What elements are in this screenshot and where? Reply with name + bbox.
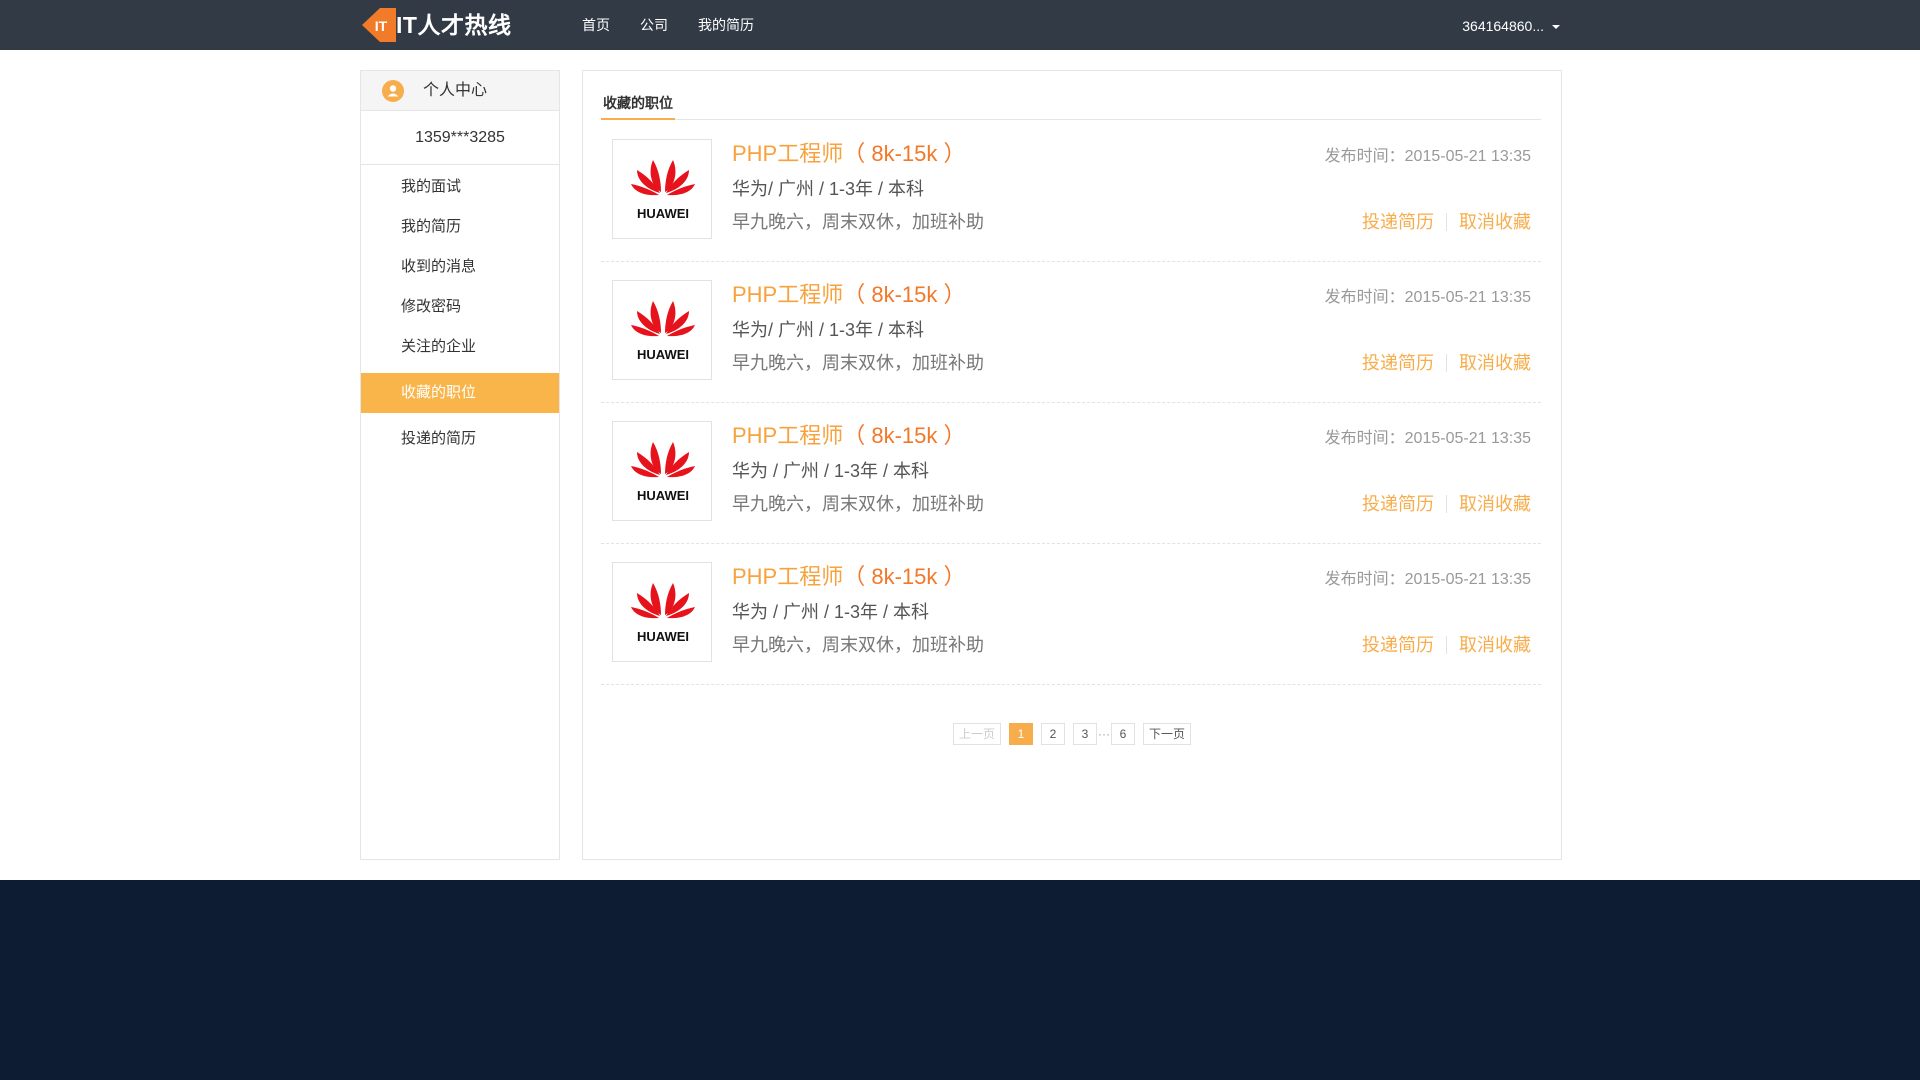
job-meta: 华为/ 广州 / 1-3年 / 本科 — [732, 179, 925, 199]
job-description: 早九晚六，周末双休，加班补助 — [732, 494, 984, 514]
job-item: HUAWEI PHP工程师（ 8k-15k ） 华为/ 广州 / 1-3年 / … — [601, 262, 1541, 403]
site-name: IT人才热线 — [396, 12, 512, 38]
apply-button[interactable]: 投递简历 — [1362, 353, 1434, 373]
sidebar-item-saved-jobs[interactable]: 收藏的职位 — [361, 373, 559, 413]
job-publish-time: 发布时间：2015-05-21 13:35 — [1324, 148, 1531, 165]
action-divider — [1446, 495, 1447, 513]
company-logo-text: HUAWEI — [637, 347, 689, 362]
job-meta: 华为 / 广州 / 1-3年 / 本科 — [732, 602, 930, 622]
job-title-text: PHP工程师 — [732, 564, 844, 589]
huawei-logo-icon: HUAWEI — [631, 301, 695, 362]
job-title[interactable]: PHP工程师（ 8k-15k ） — [732, 280, 966, 310]
job-item: HUAWEI PHP工程师（ 8k-15k ） 华为 / 广州 / 1-3年 /… — [601, 403, 1541, 544]
job-actions: 投递简历 取消收藏 — [1362, 210, 1531, 234]
job-title[interactable]: PHP工程师（ 8k-15k ） — [732, 562, 966, 592]
company-logo-text: HUAWEI — [637, 488, 689, 503]
cancel-favorite-button[interactable]: 取消收藏 — [1459, 635, 1531, 655]
cancel-favorite-button[interactable]: 取消收藏 — [1459, 212, 1531, 232]
sidebar-menu: 我的面试 我的简历 收到的消息 修改密码 关注的企业 收藏的职位 投递的简历 — [361, 165, 559, 459]
user-account-menu[interactable]: 364164860... — [1462, 0, 1560, 50]
job-description: 早九晚六，周末双休，加班补助 — [732, 212, 984, 232]
tab-saved-jobs[interactable]: 收藏的职位 — [601, 87, 675, 120]
nav-my-resume[interactable]: 我的简历 — [698, 0, 754, 50]
job-title-text: PHP工程师 — [732, 141, 844, 166]
job-meta: 华为/ 广州 / 1-3年 / 本科 — [732, 320, 925, 340]
user-phone: 1359***3285 — [361, 111, 559, 165]
huawei-logo-icon: HUAWEI — [631, 160, 695, 221]
huawei-logo-icon: HUAWEI — [631, 583, 695, 644]
cancel-favorite-button[interactable]: 取消收藏 — [1459, 494, 1531, 514]
job-salary: （ 8k-15k ） — [843, 282, 966, 307]
job-actions: 投递简历 取消收藏 — [1362, 492, 1531, 516]
sidebar-item-followed-companies[interactable]: 关注的企业 — [361, 327, 559, 367]
page-footer — [0, 880, 1920, 1080]
job-salary: （ 8k-15k ） — [843, 423, 966, 448]
logo-letters: IT — [375, 18, 388, 34]
user-avatar-icon — [382, 80, 404, 102]
job-meta: 华为 / 广州 / 1-3年 / 本科 — [732, 461, 930, 481]
prev-page-button[interactable]: 上一页 — [952, 723, 1001, 745]
job-item: HUAWEI PHP工程师（ 8k-15k ） 华为 / 广州 / 1-3年 /… — [601, 544, 1541, 685]
company-logo[interactable]: HUAWEI — [612, 139, 712, 239]
action-divider — [1446, 213, 1447, 231]
sidebar-item-resume[interactable]: 我的简历 — [361, 207, 559, 247]
job-salary: （ 8k-15k ） — [843, 141, 966, 166]
job-title[interactable]: PHP工程师（ 8k-15k ） — [732, 139, 966, 169]
job-title-text: PHP工程师 — [732, 282, 844, 307]
page-3-button[interactable]: 3 — [1073, 723, 1097, 745]
action-divider — [1446, 354, 1447, 372]
next-page-button[interactable]: 下一页 — [1143, 723, 1192, 745]
job-salary: （ 8k-15k ） — [843, 564, 966, 589]
job-description: 早九晚六，周末双休，加班补助 — [732, 635, 984, 655]
user-account-name: 364164860... — [1462, 18, 1544, 34]
sidebar-item-messages[interactable]: 收到的消息 — [361, 247, 559, 287]
page-1-button[interactable]: 1 — [1009, 723, 1033, 745]
company-logo-text: HUAWEI — [637, 206, 689, 221]
apply-button[interactable]: 投递简历 — [1362, 635, 1434, 655]
job-publish-time: 发布时间：2015-05-21 13:35 — [1324, 289, 1531, 306]
company-logo[interactable]: HUAWEI — [612, 562, 712, 662]
sidebar-item-interviews[interactable]: 我的面试 — [361, 167, 559, 207]
cancel-favorite-button[interactable]: 取消收藏 — [1459, 353, 1531, 373]
sidebar-item-change-password[interactable]: 修改密码 — [361, 287, 559, 327]
sidebar-title: 个人中心 — [423, 82, 488, 99]
top-navbar: IT IT人才热线 首页 公司 我的简历 364164860... — [0, 0, 1920, 50]
company-logo-text: HUAWEI — [637, 629, 689, 644]
job-title[interactable]: PHP工程师（ 8k-15k ） — [732, 421, 966, 451]
apply-button[interactable]: 投递简历 — [1362, 212, 1434, 232]
job-item: HUAWEI PHP工程师（ 8k-15k ） 华为/ 广州 / 1-3年 / … — [601, 121, 1541, 262]
job-description: 早九晚六，周末双休，加班补助 — [732, 353, 984, 373]
main-panel: 收藏的职位 HUAWEI PHP工程师（ 8k-15k ） 华为/ 广州 / 1… — [582, 70, 1562, 860]
main-nav: 首页 公司 我的简历 — [582, 0, 784, 50]
page-last-button[interactable]: 6 — [1111, 723, 1135, 745]
job-title-text: PHP工程师 — [732, 423, 844, 448]
action-divider — [1446, 636, 1447, 654]
page-2-button[interactable]: 2 — [1041, 723, 1065, 745]
sidebar-item-submitted-resumes[interactable]: 投递的简历 — [361, 419, 559, 459]
nav-home[interactable]: 首页 — [582, 0, 610, 50]
tab-bar: 收藏的职位 — [601, 87, 1541, 120]
job-publish-time: 发布时间：2015-05-21 13:35 — [1324, 430, 1531, 447]
apply-button[interactable]: 投递简历 — [1362, 494, 1434, 514]
company-logo[interactable]: HUAWEI — [612, 280, 712, 380]
pagination: 上一页 1 2 3 ··· 6 下一页 — [583, 723, 1561, 745]
sidebar: 个人中心 1359***3285 我的面试 我的简历 收到的消息 修改密码 关注… — [360, 70, 560, 860]
huawei-logo-icon: HUAWEI — [631, 442, 695, 503]
nav-companies[interactable]: 公司 — [640, 0, 668, 50]
job-actions: 投递简历 取消收藏 — [1362, 633, 1531, 657]
saved-job-list: HUAWEI PHP工程师（ 8k-15k ） 华为/ 广州 / 1-3年 / … — [601, 121, 1541, 685]
company-logo[interactable]: HUAWEI — [612, 421, 712, 521]
job-publish-time: 发布时间：2015-05-21 13:35 — [1324, 571, 1531, 588]
caret-down-icon — [1552, 25, 1560, 30]
job-actions: 投递简历 取消收藏 — [1362, 351, 1531, 375]
sidebar-header: 个人中心 — [361, 71, 559, 111]
site-logo[interactable]: IT IT人才热线 — [360, 5, 530, 45]
pager-ellipsis: ··· — [1098, 727, 1110, 741]
logo-badge-icon: IT — [362, 8, 396, 42]
